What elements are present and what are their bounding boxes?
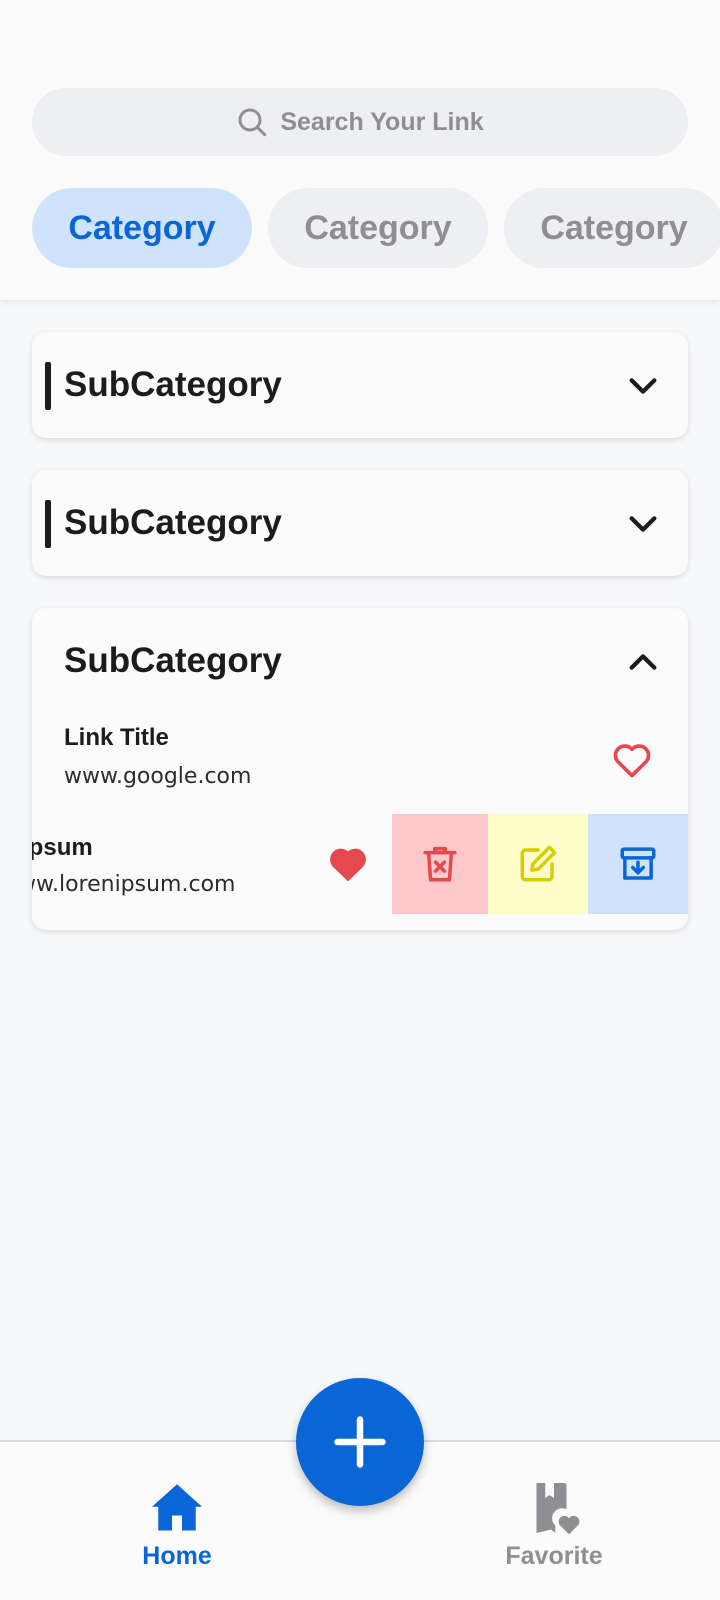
trash-icon: [423, 846, 457, 882]
bookmark-heart-icon: [536, 1483, 580, 1535]
archive-button[interactable]: [588, 814, 688, 914]
header: Search Your Link Category Category Categ…: [0, 0, 720, 300]
search-input[interactable]: Search Your Link: [32, 88, 688, 156]
nav-favorite-label: Favorite: [505, 1542, 603, 1570]
category-chip-active[interactable]: Category: [32, 188, 252, 268]
archive-icon: [620, 847, 656, 880]
subcategory-title: SubCategory: [64, 365, 282, 404]
category-chip[interactable]: Category: [268, 188, 488, 268]
chevron-up-icon[interactable]: [626, 645, 660, 679]
subcategory-card[interactable]: SubCategory: [32, 332, 688, 438]
chevron-down-icon[interactable]: [626, 369, 660, 403]
search-icon: [238, 108, 267, 137]
subcategory-accent-bar: [45, 500, 51, 548]
subcategory-title: SubCategory: [64, 503, 282, 542]
plus-icon: [334, 1416, 386, 1468]
heart-outline-icon[interactable]: [610, 738, 654, 782]
search-placeholder: Search Your Link: [280, 107, 484, 136]
nav-home-label: Home: [142, 1542, 212, 1570]
nav-favorite[interactable]: Favorite: [484, 1478, 624, 1571]
nav-home[interactable]: Home: [107, 1478, 247, 1571]
link-url: www.lorenipsum.com: [32, 872, 236, 897]
edit-button[interactable]: [488, 814, 588, 914]
subcategory-title: SubCategory: [64, 641, 282, 680]
chevron-down-icon[interactable]: [626, 507, 660, 541]
link-title: Lorem Ipsum: [32, 834, 93, 861]
category-chips: Category Category Category: [32, 188, 720, 268]
subcategory-card[interactable]: SubCategory: [32, 470, 688, 576]
link-item-swiped[interactable]: Lorem Ipsum www.lorenipsum.com: [32, 814, 688, 914]
link-item[interactable]: Link Title www.google.com: [32, 718, 688, 818]
subcategory-accent-bar: [45, 362, 51, 410]
link-title: Link Title: [64, 724, 169, 751]
link-url: www.google.com: [64, 764, 252, 789]
delete-button[interactable]: [392, 814, 488, 914]
heart-filled-icon[interactable]: [326, 842, 370, 886]
home-icon: [152, 1484, 202, 1531]
add-link-button[interactable]: [296, 1378, 424, 1506]
edit-icon: [520, 845, 557, 882]
subcategory-card-expanded[interactable]: SubCategory Link Title www.google.com Lo…: [32, 608, 688, 930]
category-chip[interactable]: Category: [504, 188, 720, 268]
